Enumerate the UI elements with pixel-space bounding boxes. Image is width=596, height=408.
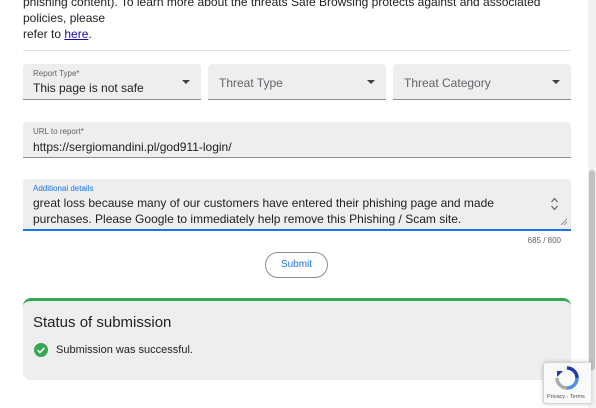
check-circle-icon — [34, 343, 48, 357]
status-title: Status of submission — [33, 314, 172, 331]
report-type-value: This page is not safe — [33, 81, 144, 95]
section-divider — [23, 50, 571, 51]
policies-link[interactable]: here — [64, 27, 88, 41]
intro-line-1: phishing content). To learn more about t… — [23, 0, 541, 25]
caret-down-icon — [367, 80, 375, 84]
threat-type-select[interactable]: Threat Type — [208, 64, 386, 100]
character-counter: 685 / 800 — [527, 236, 561, 245]
details-textarea[interactable]: Additional details great loss because ma… — [23, 179, 571, 231]
report-type-label: Report Type* — [33, 69, 80, 78]
caret-down-icon — [552, 80, 560, 84]
intro-line-2-prefix: refer to — [23, 27, 65, 41]
report-type-select[interactable]: Report Type* This page is not safe — [23, 64, 201, 100]
recaptcha-links[interactable]: Privacy - Terms — [547, 394, 585, 400]
threat-type-placeholder: Threat Type — [219, 76, 283, 90]
url-field-value[interactable]: https://sergiomandini.pl/god911-login/ — [33, 140, 232, 154]
scrollbar-thumb[interactable] — [589, 170, 595, 370]
recaptcha-badge[interactable]: Privacy - Terms — [543, 362, 591, 404]
url-field-label: URL to report* — [33, 127, 84, 136]
submit-button[interactable]: Submit — [265, 252, 328, 278]
recaptcha-logo-icon — [555, 366, 579, 390]
page-scrollbar[interactable] — [588, 0, 596, 408]
status-panel: Status of submission Submission was succ… — [23, 298, 571, 380]
resize-handle-icon[interactable] — [560, 218, 568, 226]
url-field[interactable]: URL to report* https://sergiomandini.pl/… — [23, 122, 571, 158]
intro-line-2: refer to here. — [23, 26, 571, 42]
threat-category-select[interactable]: Threat Category — [393, 64, 571, 100]
caret-down-icon — [182, 80, 190, 84]
details-label: Additional details — [33, 184, 94, 193]
details-text[interactable]: great loss because many of our customers… — [33, 195, 538, 227]
scroll-arrows-icon[interactable] — [550, 196, 559, 212]
threat-category-placeholder: Threat Category — [404, 76, 491, 90]
status-message: Submission was successful. — [56, 344, 193, 356]
intro-text: phishing content). To learn more about t… — [23, 0, 571, 42]
intro-line-2-suffix: . — [88, 27, 92, 41]
